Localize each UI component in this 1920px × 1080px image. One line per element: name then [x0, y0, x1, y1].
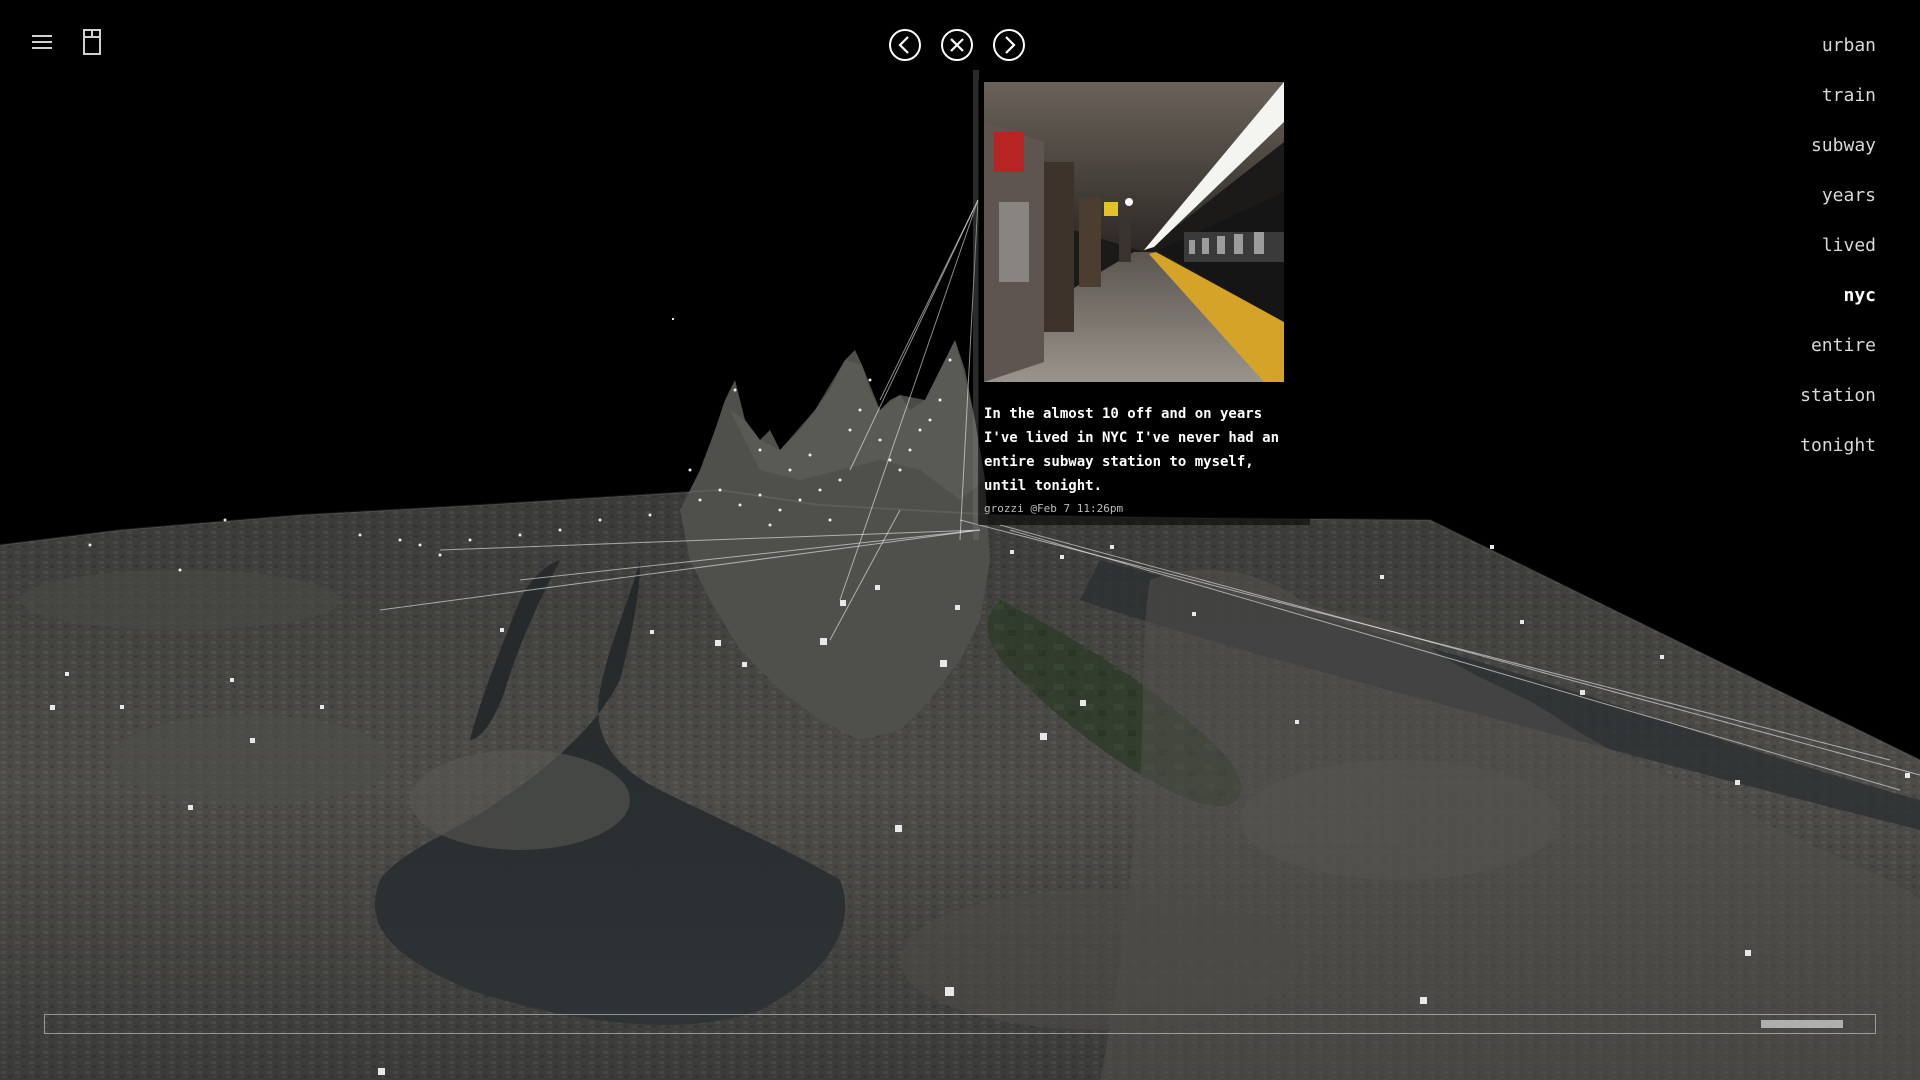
keyword-nyc[interactable]: nyc [1843, 286, 1876, 306]
chevron-right-circle-icon[interactable] [992, 28, 1026, 62]
panel-icon[interactable] [78, 28, 106, 56]
post-text: In the almost 10 off and on years I've l… [984, 406, 1280, 494]
keyword-entire[interactable]: entire [1811, 336, 1876, 356]
post-meta: grozzi @Feb 7 11:26pm [984, 502, 1124, 515]
close-circle-icon[interactable] [940, 28, 974, 62]
keyword-list: urban train subway years lived nyc entir… [1800, 36, 1876, 486]
post-navigation [888, 28, 1026, 62]
chevron-left-circle-icon[interactable] [888, 28, 922, 62]
keyword-lived[interactable]: lived [1822, 236, 1876, 256]
keyword-years[interactable]: years [1822, 186, 1876, 206]
hamburger-icon[interactable] [28, 28, 56, 56]
timeline-scrubber[interactable] [44, 1014, 1876, 1034]
subway-platform-photo[interactable] [984, 82, 1284, 382]
post-info-card: In the almost 10 off and on years I've l… [978, 80, 1310, 525]
top-left-toolbar [28, 28, 106, 56]
keyword-urban[interactable]: urban [1822, 36, 1876, 56]
visualization-stage[interactable]: urban train subway years lived nyc entir… [0, 0, 1920, 1080]
keyword-train[interactable]: train [1822, 86, 1876, 106]
terrain-map-3d[interactable] [0, 0, 1920, 1080]
timeline-thumb[interactable] [1761, 1020, 1843, 1028]
keyword-tonight[interactable]: tonight [1800, 436, 1876, 456]
keyword-station[interactable]: station [1800, 386, 1876, 406]
keyword-subway[interactable]: subway [1811, 136, 1876, 156]
